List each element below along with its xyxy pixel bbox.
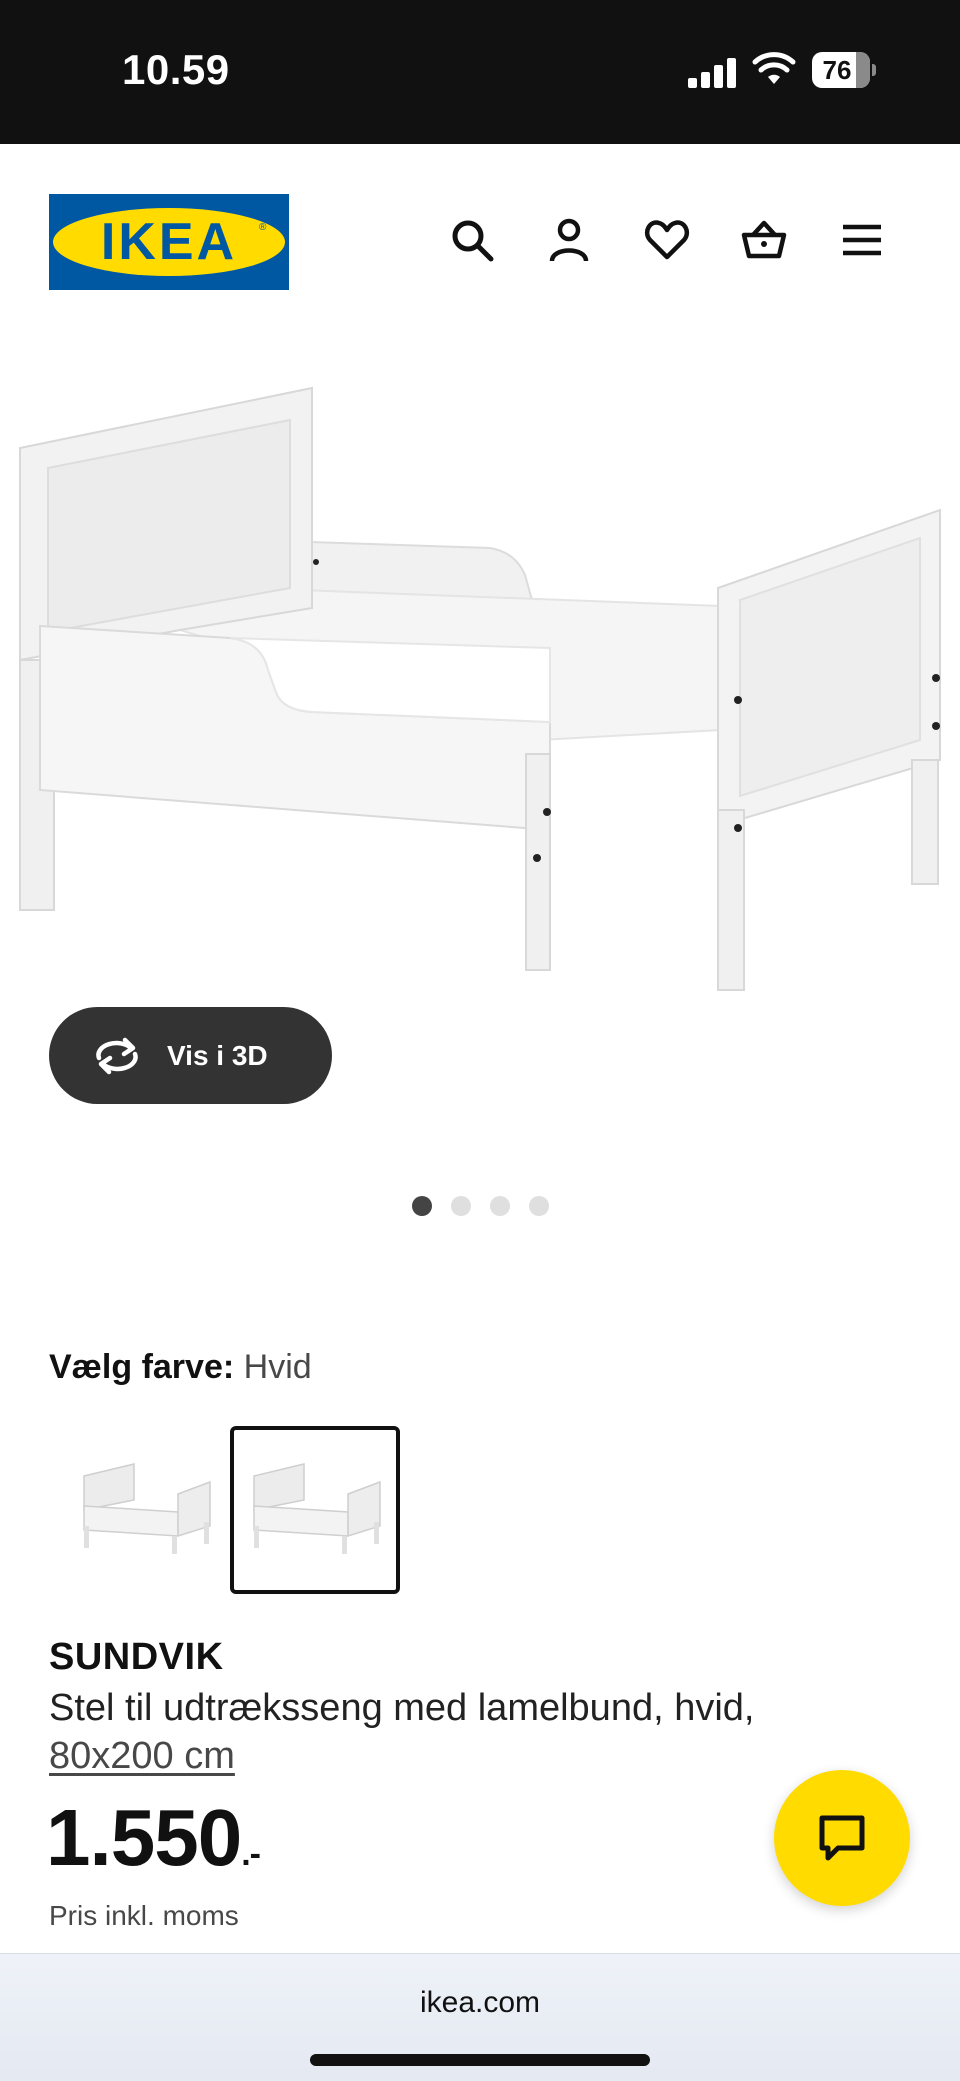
- product-price: 1.550.-: [46, 1792, 261, 1884]
- gallery-pagination: [412, 1196, 552, 1218]
- view-in-3d-label: Vis i 3D: [167, 1039, 268, 1071]
- gallery-dot[interactable]: [451, 1196, 471, 1216]
- status-time: 10.59: [122, 46, 230, 93]
- gallery-dot[interactable]: [490, 1196, 510, 1216]
- menu-icon[interactable]: [836, 214, 888, 266]
- gallery-dot[interactable]: [412, 1196, 432, 1216]
- price-value: 1.550: [46, 1793, 242, 1882]
- signal-icon: [688, 58, 738, 88]
- home-indicator: [310, 2054, 650, 2066]
- battery-level: 76: [822, 55, 852, 85]
- price-note: Pris inkl. moms: [49, 1900, 239, 1931]
- ikea-logo[interactable]: IKEA ®: [49, 194, 289, 290]
- account-icon[interactable]: [543, 214, 595, 266]
- product-description: Stel til udtræksseng med lamelbund, hvid…: [49, 1687, 755, 1729]
- heart-icon[interactable]: [641, 214, 693, 266]
- product-size-link[interactable]: 80x200 cm: [49, 1732, 235, 1780]
- color-swatch[interactable]: [60, 1426, 230, 1594]
- basket-icon[interactable]: [738, 214, 790, 266]
- chat-button[interactable]: [774, 1770, 910, 1906]
- gallery-dot[interactable]: [529, 1196, 549, 1216]
- battery-icon: 76: [812, 52, 876, 88]
- color-choice-value: Hvid: [243, 1348, 312, 1386]
- wifi-icon: [752, 50, 796, 88]
- color-choice-title: Vælg farve:: [49, 1348, 235, 1386]
- product-name: SUNDVIK: [49, 1636, 224, 1678]
- url-text: ikea.com: [419, 1986, 541, 2019]
- browser-address-bar[interactable]: ikea.com: [0, 1953, 960, 2081]
- chat-icon: [819, 1815, 865, 1861]
- product-image[interactable]: [0, 370, 960, 1010]
- search-icon[interactable]: [446, 214, 498, 266]
- status-bar: 10.59 76: [0, 0, 960, 144]
- color-swatch-selected[interactable]: [230, 1426, 400, 1594]
- rotate-3d-icon: [96, 1037, 138, 1074]
- view-in-3d-button[interactable]: Vis i 3D: [49, 1007, 332, 1104]
- price-suffix: .-: [241, 1835, 261, 1873]
- color-choice-label: Vælg farve: Hvid: [49, 1348, 312, 1387]
- logo-text: IKEA: [100, 213, 238, 271]
